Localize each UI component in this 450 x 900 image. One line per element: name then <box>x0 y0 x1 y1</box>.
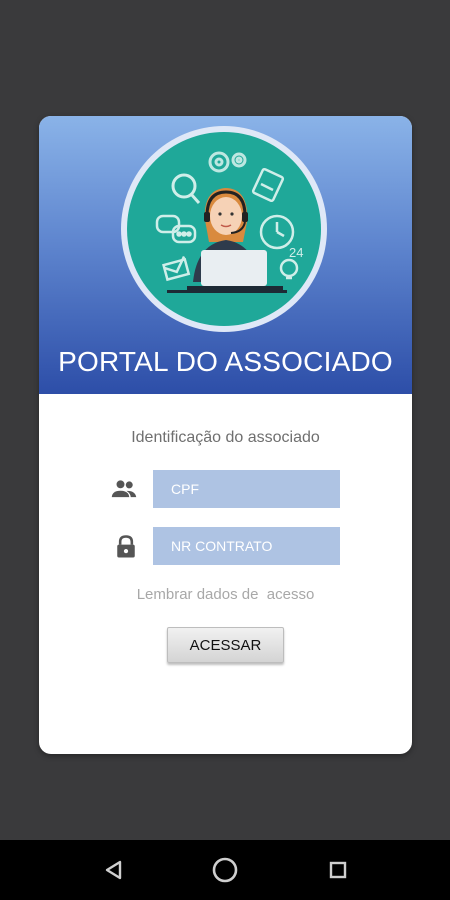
avatar-ring: 24 <box>121 126 327 332</box>
card-header: 24 PORTAL DO ASSOCIADO <box>39 116 412 394</box>
home-icon[interactable] <box>209 854 241 886</box>
users-icon <box>111 480 137 498</box>
contract-number-input[interactable] <box>153 527 340 565</box>
remember-access-link[interactable]: Lembrar dados de acesso <box>39 586 412 603</box>
android-nav-bar <box>0 840 450 900</box>
cpf-input[interactable] <box>153 470 340 508</box>
back-icon[interactable] <box>98 854 130 886</box>
magnifier-icon <box>171 173 201 204</box>
envelope-icon <box>162 255 191 282</box>
lock-icon <box>117 535 135 558</box>
page-title: PORTAL DO ASSOCIADO <box>58 346 393 377</box>
chat-icon <box>155 214 197 244</box>
screen: 24 PORTAL DO ASSOCIADO Identificação do … <box>0 0 450 900</box>
recents-icon[interactable] <box>322 854 354 886</box>
access-button[interactable]: ACESSAR <box>167 627 284 663</box>
clock-24-icon <box>259 214 295 250</box>
form-subtitle: Identificação do associado <box>131 429 320 446</box>
clock-label: 24 <box>289 245 303 260</box>
document-icon <box>251 167 285 203</box>
support-illustration: 24 <box>127 132 321 326</box>
login-card: 24 PORTAL DO ASSOCIADO Identificação do … <box>39 116 412 754</box>
lightbulb-icon <box>279 258 299 280</box>
support-agent-icon: 24 <box>155 151 303 293</box>
gears-icon <box>208 151 247 173</box>
